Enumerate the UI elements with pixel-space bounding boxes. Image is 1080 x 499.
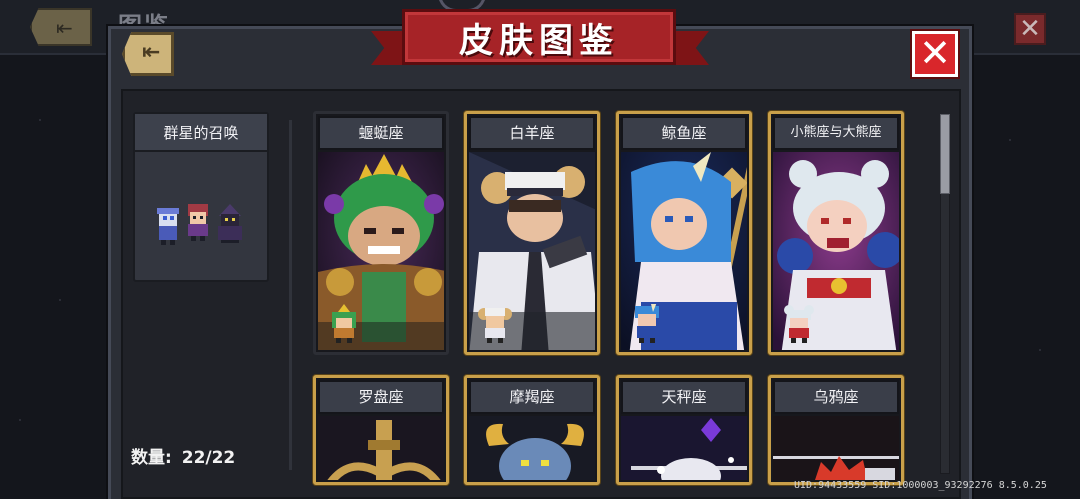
uid-version-text: UID:94433559 SID:1000003_93292276 8.5.0.… (794, 480, 1047, 491)
skin-card-libra[interactable]: 天秤座 (616, 375, 752, 485)
skin-card-pyxis[interactable]: 罗盘座 (313, 375, 449, 485)
dialog-title: 皮肤图鉴 (459, 20, 619, 61)
character-sprite-1 (157, 208, 179, 245)
skin-card-cetus[interactable]: 鲸鱼座 (616, 111, 752, 355)
skin-name: 蝘蜓座 (318, 116, 444, 150)
character-sprite-2 (188, 204, 208, 241)
skin-name: 天秤座 (621, 380, 747, 414)
collection-count: 数量: 22/22 (131, 443, 235, 468)
skin-art-libra (621, 416, 747, 480)
skin-name: 乌鸦座 (773, 380, 899, 414)
chamaeleon-sprite-icon (332, 304, 356, 343)
skin-card-chamaeleon[interactable]: 蝘蜓座 (313, 111, 449, 355)
skin-name: 罗盘座 (318, 380, 444, 414)
count-value: 22/22 (181, 448, 236, 468)
skin-art-capricorn (469, 416, 595, 480)
cetus-sprite-icon (635, 304, 659, 343)
skin-art-corvus (773, 416, 899, 480)
aries-sprite-icon (478, 308, 512, 343)
column-divider (289, 120, 292, 470)
skin-card-corvus[interactable]: 乌鸦座 (768, 375, 904, 485)
category-title: 群星的召唤 (135, 114, 267, 152)
close-icon: ✕ (919, 31, 951, 75)
dialog-close-button[interactable]: ✕ (912, 31, 958, 77)
skin-name: 白羊座 (469, 116, 595, 150)
category-characters-icon (153, 200, 251, 250)
ursa-sprite-icon (784, 305, 814, 343)
skin-card-capricorn[interactable]: 摩羯座 (464, 375, 600, 485)
background-back-button[interactable]: ⇤ (30, 8, 92, 46)
close-icon: ✕ (1019, 14, 1041, 44)
dialog-back-button[interactable]: ⇤ (122, 32, 174, 76)
skin-art-pyxis (318, 416, 444, 480)
skin-name: 小熊座与大熊座 (773, 116, 899, 150)
skin-card-aries[interactable]: 白羊座 (464, 111, 600, 355)
skin-name: 鲸鱼座 (621, 116, 747, 150)
category-card-stars-call[interactable]: 群星的召唤 (133, 112, 269, 282)
skin-card-ursa[interactable]: 小熊座与大熊座 (768, 111, 904, 355)
count-label: 数量: (131, 448, 172, 468)
background-close-button[interactable]: ✕ (1014, 13, 1046, 45)
title-banner: 皮肤图鉴 (402, 9, 676, 65)
skin-name: 摩羯座 (469, 380, 595, 414)
scrollbar-thumb[interactable] (940, 114, 950, 194)
back-arrow-icon: ⇤ (56, 16, 73, 40)
back-arrow-icon: ⇤ (142, 40, 161, 65)
character-sprite-3 (218, 204, 242, 243)
